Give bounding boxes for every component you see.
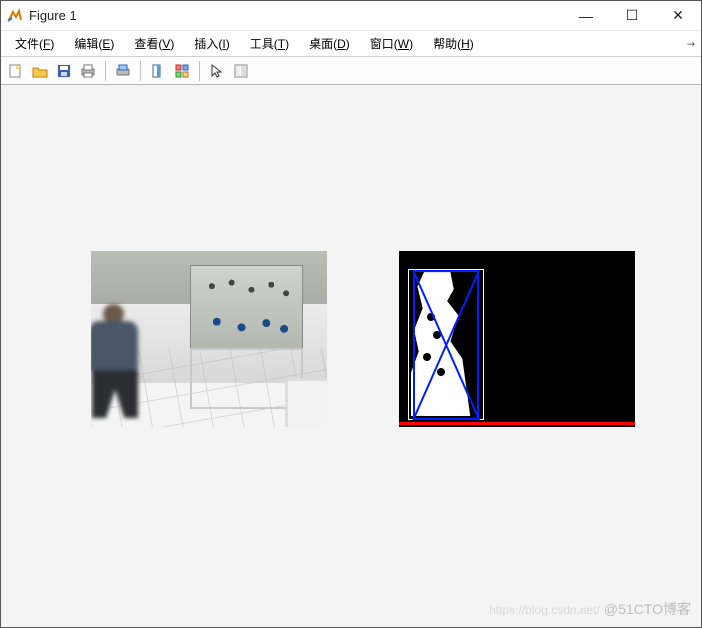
data-cursor-icon: [150, 63, 166, 79]
foreground-desk: [285, 378, 327, 427]
menu-view[interactable]: 查看(V): [124, 32, 184, 55]
titlebar: Figure 1 ― ☐ ✕: [1, 1, 701, 31]
maximize-button[interactable]: ☐: [609, 1, 655, 30]
ground-line: [399, 422, 635, 425]
pointer-icon: [209, 63, 225, 79]
watermark-url: https://blog.csdn.net/: [489, 603, 600, 617]
open-button[interactable]: [29, 60, 51, 82]
blue-diagonals: [399, 251, 635, 427]
print-preview-icon: [115, 63, 131, 79]
menubar: 文件(F) 编辑(E) 查看(V) 插入(I) 工具(T) 桌面(D) 窗口(W…: [1, 31, 701, 57]
menu-edit[interactable]: 编辑(E): [64, 32, 124, 55]
minimize-button[interactable]: ―: [563, 1, 609, 30]
video-frame: [91, 251, 327, 427]
figure-canvas[interactable]: https://blog.csdn.net/ @51CTO博客: [1, 85, 701, 627]
menubar-overflow-icon[interactable]: ↘: [684, 38, 698, 52]
print-button[interactable]: [77, 60, 99, 82]
menu-insert[interactable]: 插入(I): [184, 32, 239, 55]
foreground-mask: [399, 251, 635, 427]
save-button[interactable]: [53, 60, 75, 82]
toolbar-separator: [105, 61, 106, 81]
toolbar: [1, 57, 701, 85]
print-icon: [80, 63, 96, 79]
link-plot-button[interactable]: [171, 60, 193, 82]
matlab-icon: [7, 8, 23, 24]
window-title: Figure 1: [29, 8, 77, 23]
subplot-left-image: [91, 251, 327, 427]
print-preview-button[interactable]: [112, 60, 134, 82]
menu-tools[interactable]: 工具(T): [240, 32, 299, 55]
menu-file[interactable]: 文件(F): [5, 32, 64, 55]
toolbar-separator: [140, 61, 141, 81]
new-figure-button[interactable]: [5, 60, 27, 82]
figure-window: Figure 1 ― ☐ ✕ 文件(F) 编辑(E) 查看(V) 插入(I) 工…: [0, 0, 702, 628]
save-icon: [56, 63, 72, 79]
walking-person: [91, 304, 152, 418]
link-icon: [174, 63, 190, 79]
watermark-text: @51CTO博客: [604, 601, 691, 617]
data-cursor-button[interactable]: [147, 60, 169, 82]
colorbar-icon: [233, 63, 249, 79]
menu-help[interactable]: 帮助(H): [423, 32, 484, 55]
close-button[interactable]: ✕: [655, 1, 701, 30]
subplot-right-mask: [399, 251, 635, 427]
new-file-icon: [8, 63, 24, 79]
watermark: https://blog.csdn.net/ @51CTO博客: [489, 599, 691, 619]
edit-plot-button[interactable]: [206, 60, 228, 82]
window-buttons: ― ☐ ✕: [563, 1, 701, 30]
folder-open-icon: [32, 63, 48, 79]
instrument-panel: [190, 265, 303, 349]
menu-window[interactable]: 窗口(W): [360, 32, 423, 55]
toolbar-separator: [199, 61, 200, 81]
insert-colorbar-button[interactable]: [230, 60, 252, 82]
menu-desktop[interactable]: 桌面(D): [299, 32, 360, 55]
